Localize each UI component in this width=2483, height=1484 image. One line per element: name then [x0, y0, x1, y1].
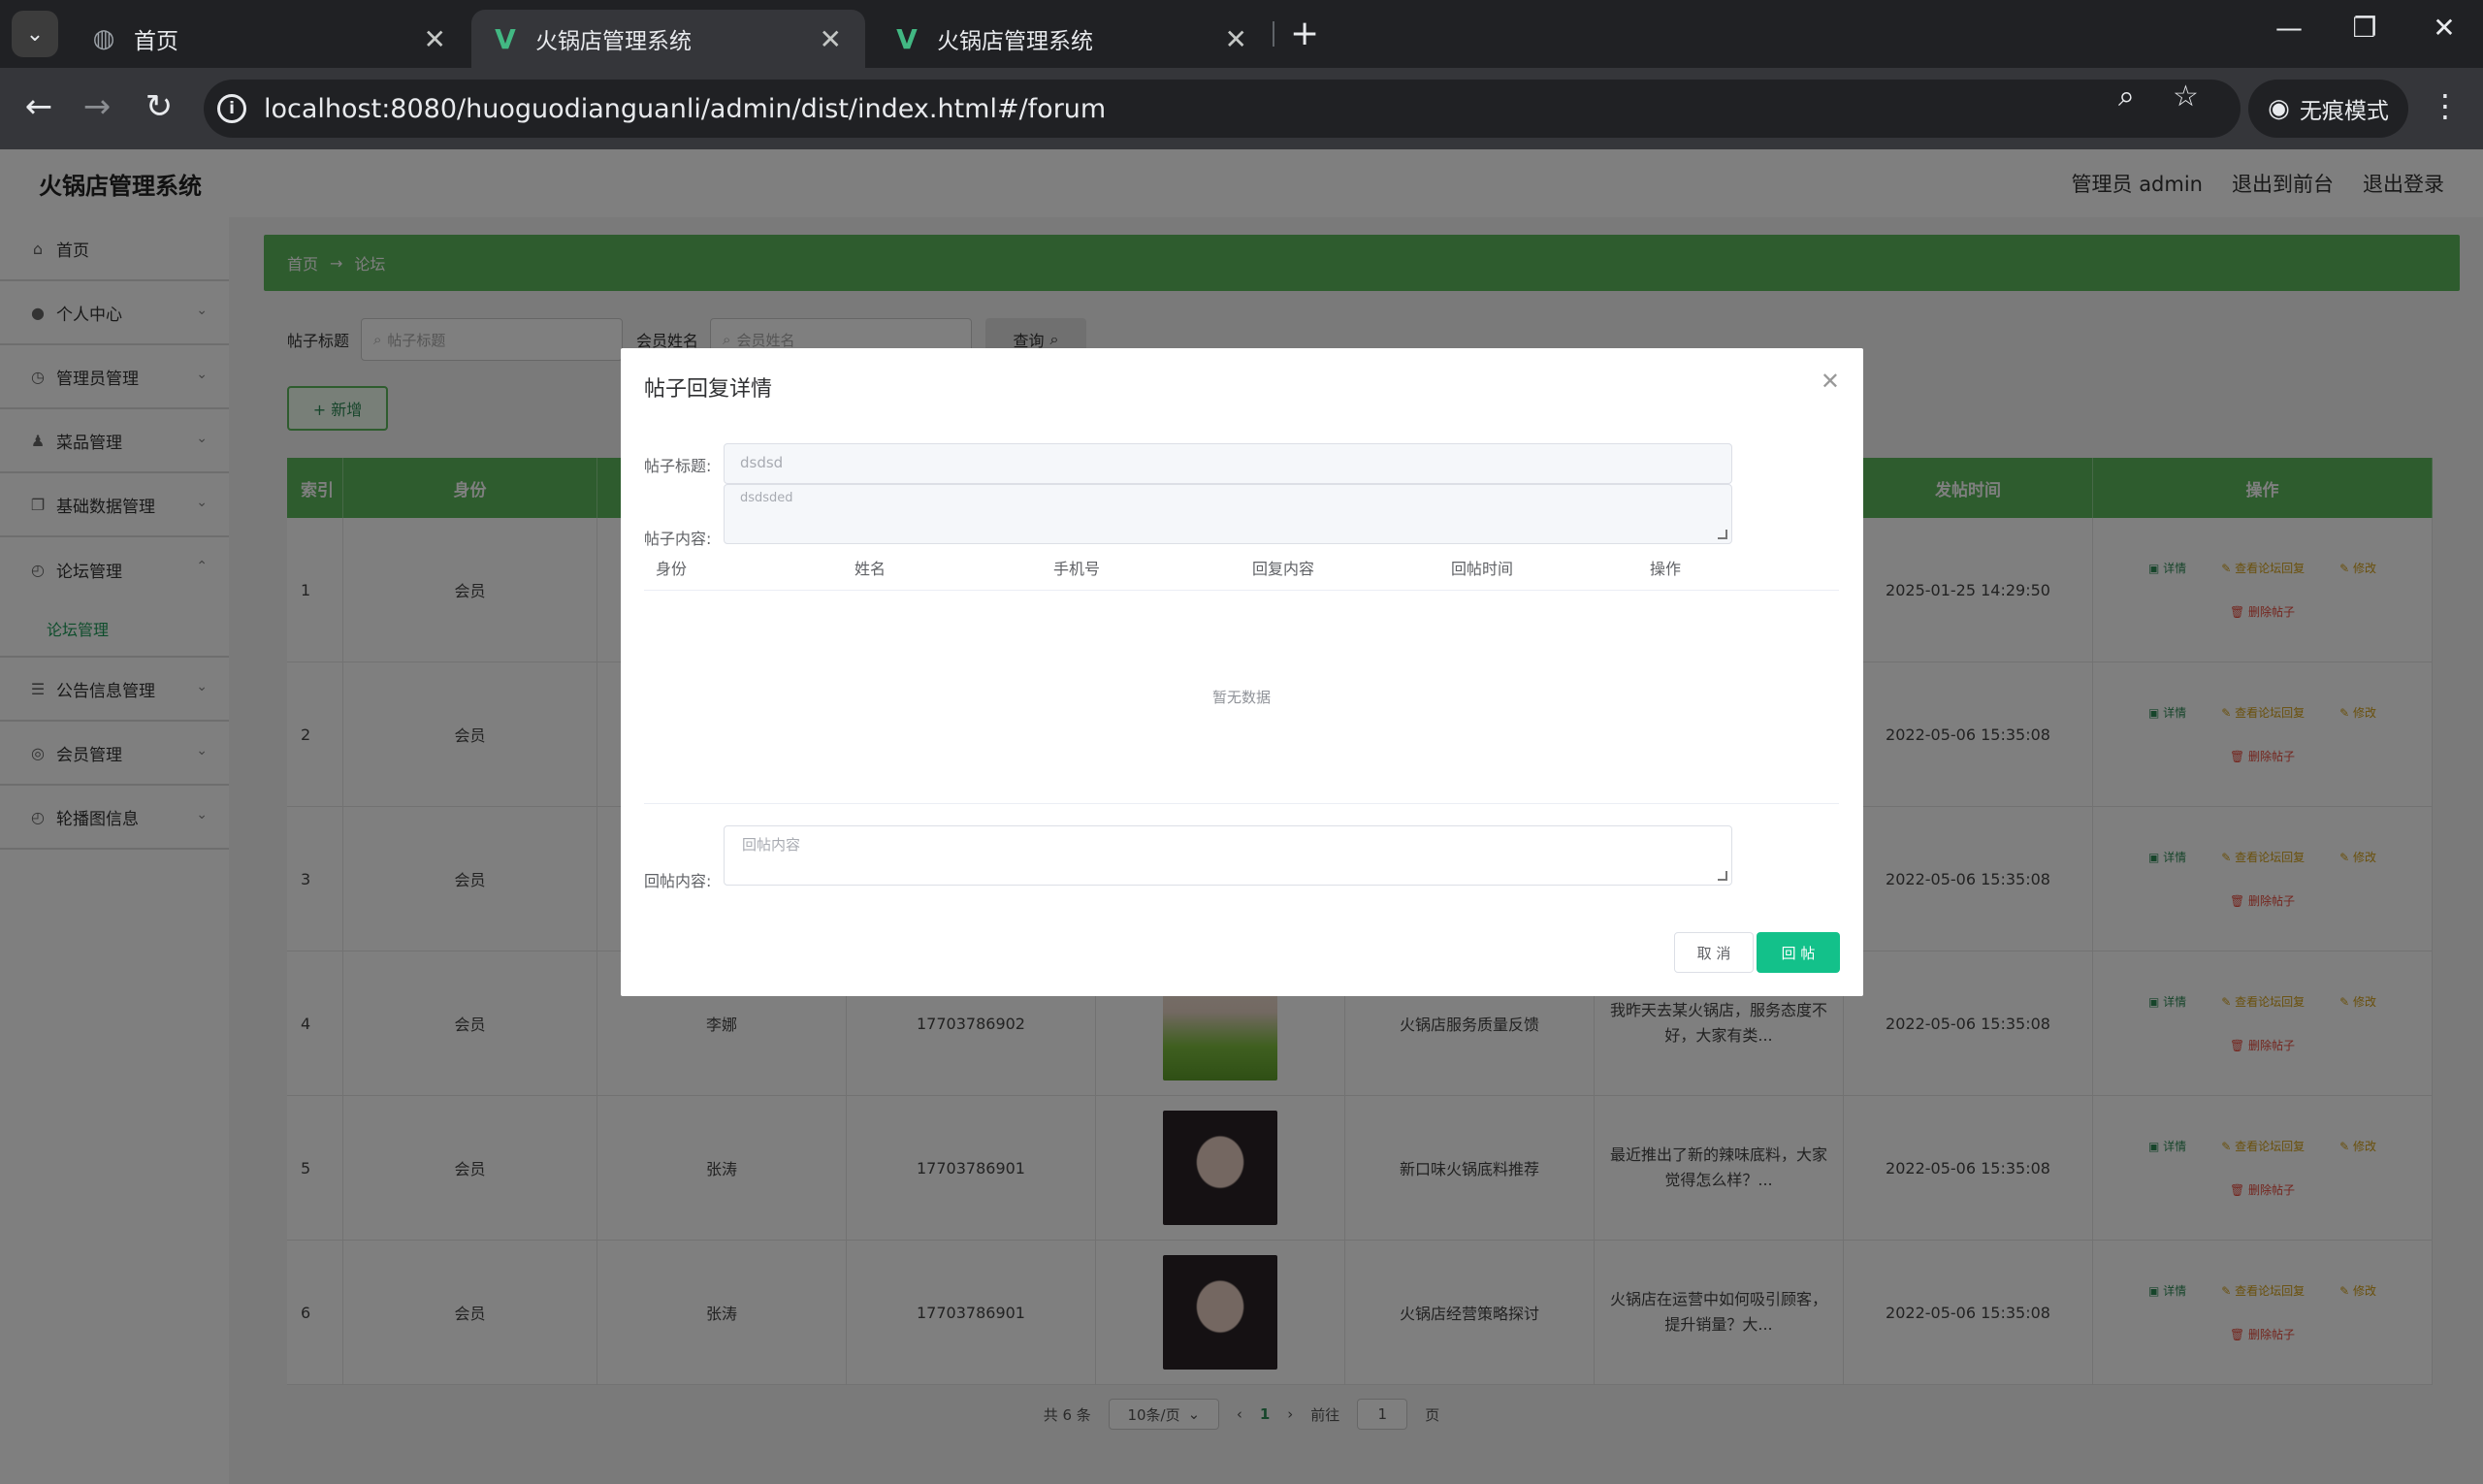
back-icon[interactable]: ←: [17, 87, 60, 126]
post-content-field: dsdsded: [724, 484, 1732, 544]
browser-tabbar: ⌄ ◍ 首页 ✕ V 火锅店管理系统 ✕ V 火锅店管理系统 ✕ + — ❐ ✕: [0, 0, 2483, 68]
site-info-icon[interactable]: i: [217, 94, 246, 123]
incognito-label: 无痕模式: [2299, 99, 2389, 124]
vue-icon: V: [495, 22, 516, 55]
reply-detail-dialog: 帖子回复详情 ✕ 帖子标题: dsdsd 帖子内容: dsdsded 身份 姓名…: [621, 348, 1863, 996]
column-header-name: 姓名: [855, 559, 887, 578]
column-header-phone: 手机号: [1053, 559, 1101, 578]
reply-placeholder: 回帖内容: [742, 836, 801, 854]
resize-handle-icon[interactable]: [1718, 871, 1727, 881]
close-icon[interactable]: ✕: [1225, 23, 1247, 55]
vue-icon: V: [896, 22, 918, 55]
tab-title: 首页: [134, 29, 178, 54]
incognito-badge[interactable]: ◉ 无痕模式: [2248, 80, 2408, 138]
post-title-field: dsdsd: [724, 443, 1732, 484]
browser-toolbar: ← → ↻ i localhost:8080/huoguodianguanli/…: [0, 68, 2483, 149]
resize-handle-icon[interactable]: [1718, 530, 1727, 539]
browser-tab-active[interactable]: V 火锅店管理系统 ✕: [471, 10, 865, 68]
address-bar[interactable]: i localhost:8080/huoguodianguanli/admin/…: [204, 80, 2241, 138]
close-icon[interactable]: ✕: [1821, 368, 1840, 395]
cancel-button[interactable]: 取 消: [1674, 932, 1754, 973]
close-icon[interactable]: ✕: [424, 23, 446, 55]
window-close-icon[interactable]: ✕: [2415, 12, 2473, 44]
restore-icon[interactable]: ❐: [2336, 12, 2394, 44]
column-header-actions: 操作: [1650, 559, 1682, 578]
new-tab-button[interactable]: +: [1290, 14, 1319, 53]
dialog-title: 帖子回复详情: [644, 377, 773, 402]
column-header-reply-content: 回复内容: [1252, 559, 1315, 578]
tab-search-button[interactable]: ⌄: [12, 11, 58, 57]
zoom-icon[interactable]: ⌕: [2118, 80, 2135, 113]
incognito-icon: ◉: [2268, 94, 2290, 123]
reply-content-label: 回帖内容:: [644, 872, 712, 890]
browser-menu-icon[interactable]: ⋮: [2430, 87, 2461, 124]
bookmark-star-icon[interactable]: ☆: [2173, 80, 2199, 113]
reply-table-header: 身份 姓名 手机号 回复内容 回帖时间 操作: [644, 544, 1839, 591]
post-content-value: dsdsded: [740, 491, 793, 505]
browser-tab-home[interactable]: ◍ 首页 ✕: [70, 10, 469, 68]
reply-content-input[interactable]: 回帖内容: [724, 825, 1732, 886]
column-header-role: 身份: [656, 559, 688, 578]
url-text: localhost:8080/huoguodianguanli/admin/di…: [264, 93, 1107, 124]
close-icon[interactable]: ✕: [820, 23, 842, 55]
globe-icon: ◍: [92, 24, 115, 53]
reload-icon[interactable]: ↻: [138, 87, 180, 126]
tab-separator: [1273, 21, 1274, 47]
forward-icon[interactable]: →: [76, 87, 118, 126]
column-header-reply-time: 回帖时间: [1451, 559, 1514, 578]
minimize-icon[interactable]: —: [2260, 12, 2318, 44]
tab-title: 火锅店管理系统: [937, 29, 1093, 54]
empty-state: 暂无数据: [644, 591, 1839, 804]
tab-title: 火锅店管理系统: [535, 29, 692, 54]
browser-tab-3[interactable]: V 火锅店管理系统 ✕: [873, 10, 1271, 68]
submit-reply-button[interactable]: 回 帖: [1757, 932, 1840, 973]
post-title-label: 帖子标题:: [644, 457, 712, 475]
